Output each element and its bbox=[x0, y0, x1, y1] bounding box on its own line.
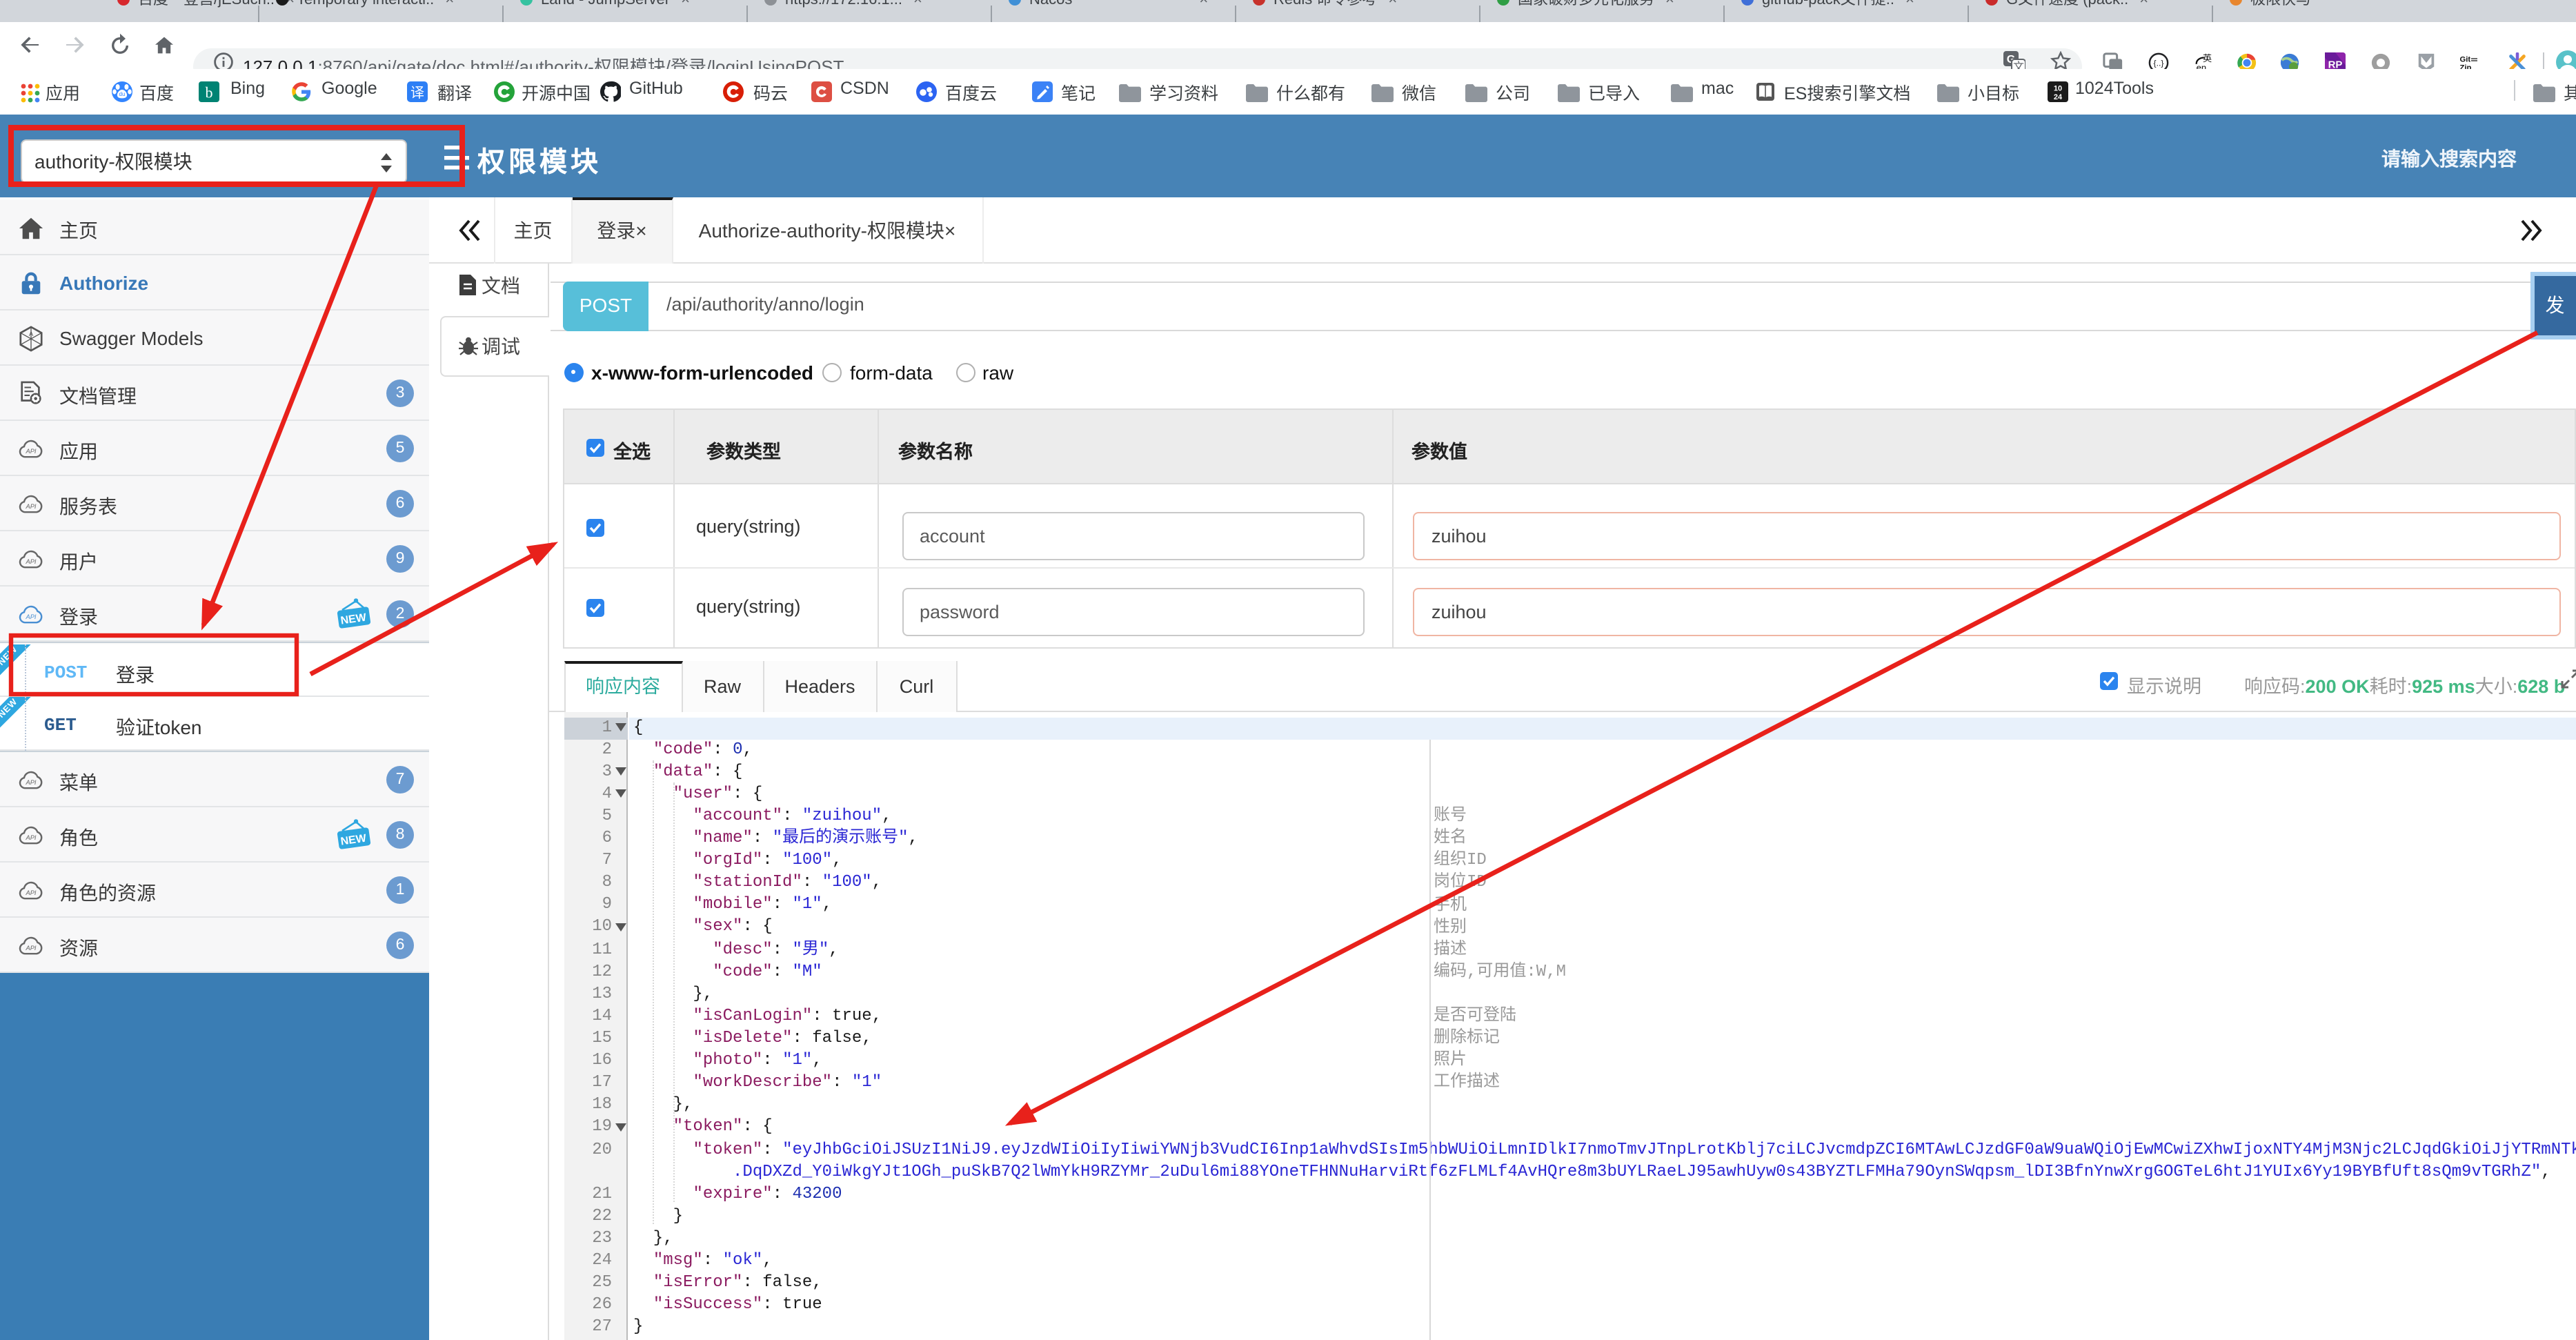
svg-text:du: du bbox=[119, 91, 126, 97]
svg-text:API: API bbox=[25, 834, 36, 841]
svg-text:API: API bbox=[25, 613, 36, 620]
svg-text:24: 24 bbox=[2054, 93, 2063, 101]
svg-text:API: API bbox=[25, 448, 36, 455]
svg-text:{..}: {..} bbox=[2154, 59, 2164, 68]
svg-text:API: API bbox=[25, 779, 36, 786]
svg-text:Git: Git bbox=[2460, 56, 2471, 64]
svg-text:10: 10 bbox=[2054, 85, 2062, 93]
svg-text:A: A bbox=[29, 331, 34, 338]
svg-text:译: 译 bbox=[410, 85, 424, 101]
svg-text:API: API bbox=[25, 945, 36, 952]
svg-text:API: API bbox=[25, 558, 36, 565]
svg-text:API: API bbox=[25, 889, 36, 896]
svg-text:b: b bbox=[206, 84, 213, 101]
svg-text:英: 英 bbox=[2203, 53, 2212, 63]
svg-text:API: API bbox=[25, 503, 36, 510]
